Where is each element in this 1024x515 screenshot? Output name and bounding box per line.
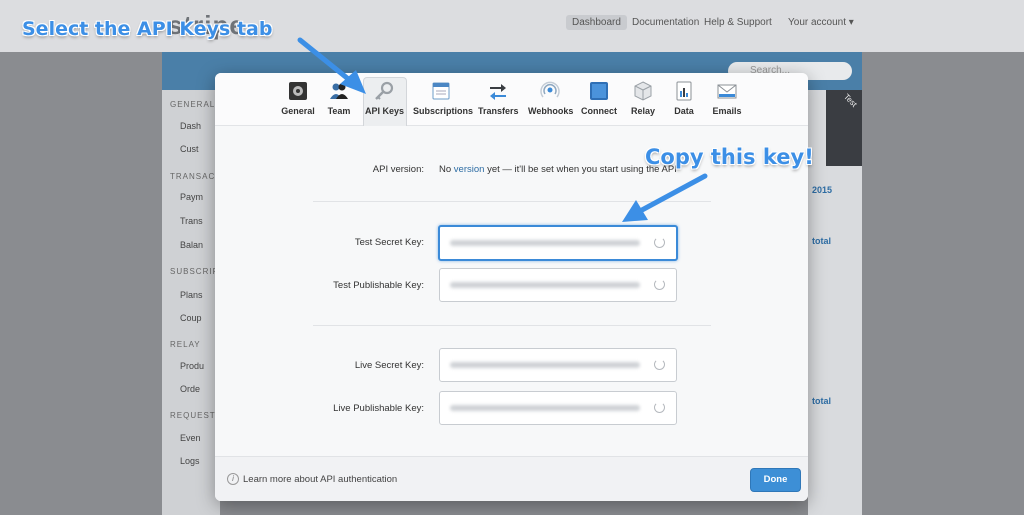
arrow-to-api-keys-tab [297, 37, 355, 85]
arrow-to-test-secret-key [639, 173, 708, 213]
callout-select-tab: Select the API Keys tab [22, 18, 273, 40]
callout-copy-key: Copy this key! [645, 145, 814, 169]
annotation-arrows [297, 37, 708, 222]
